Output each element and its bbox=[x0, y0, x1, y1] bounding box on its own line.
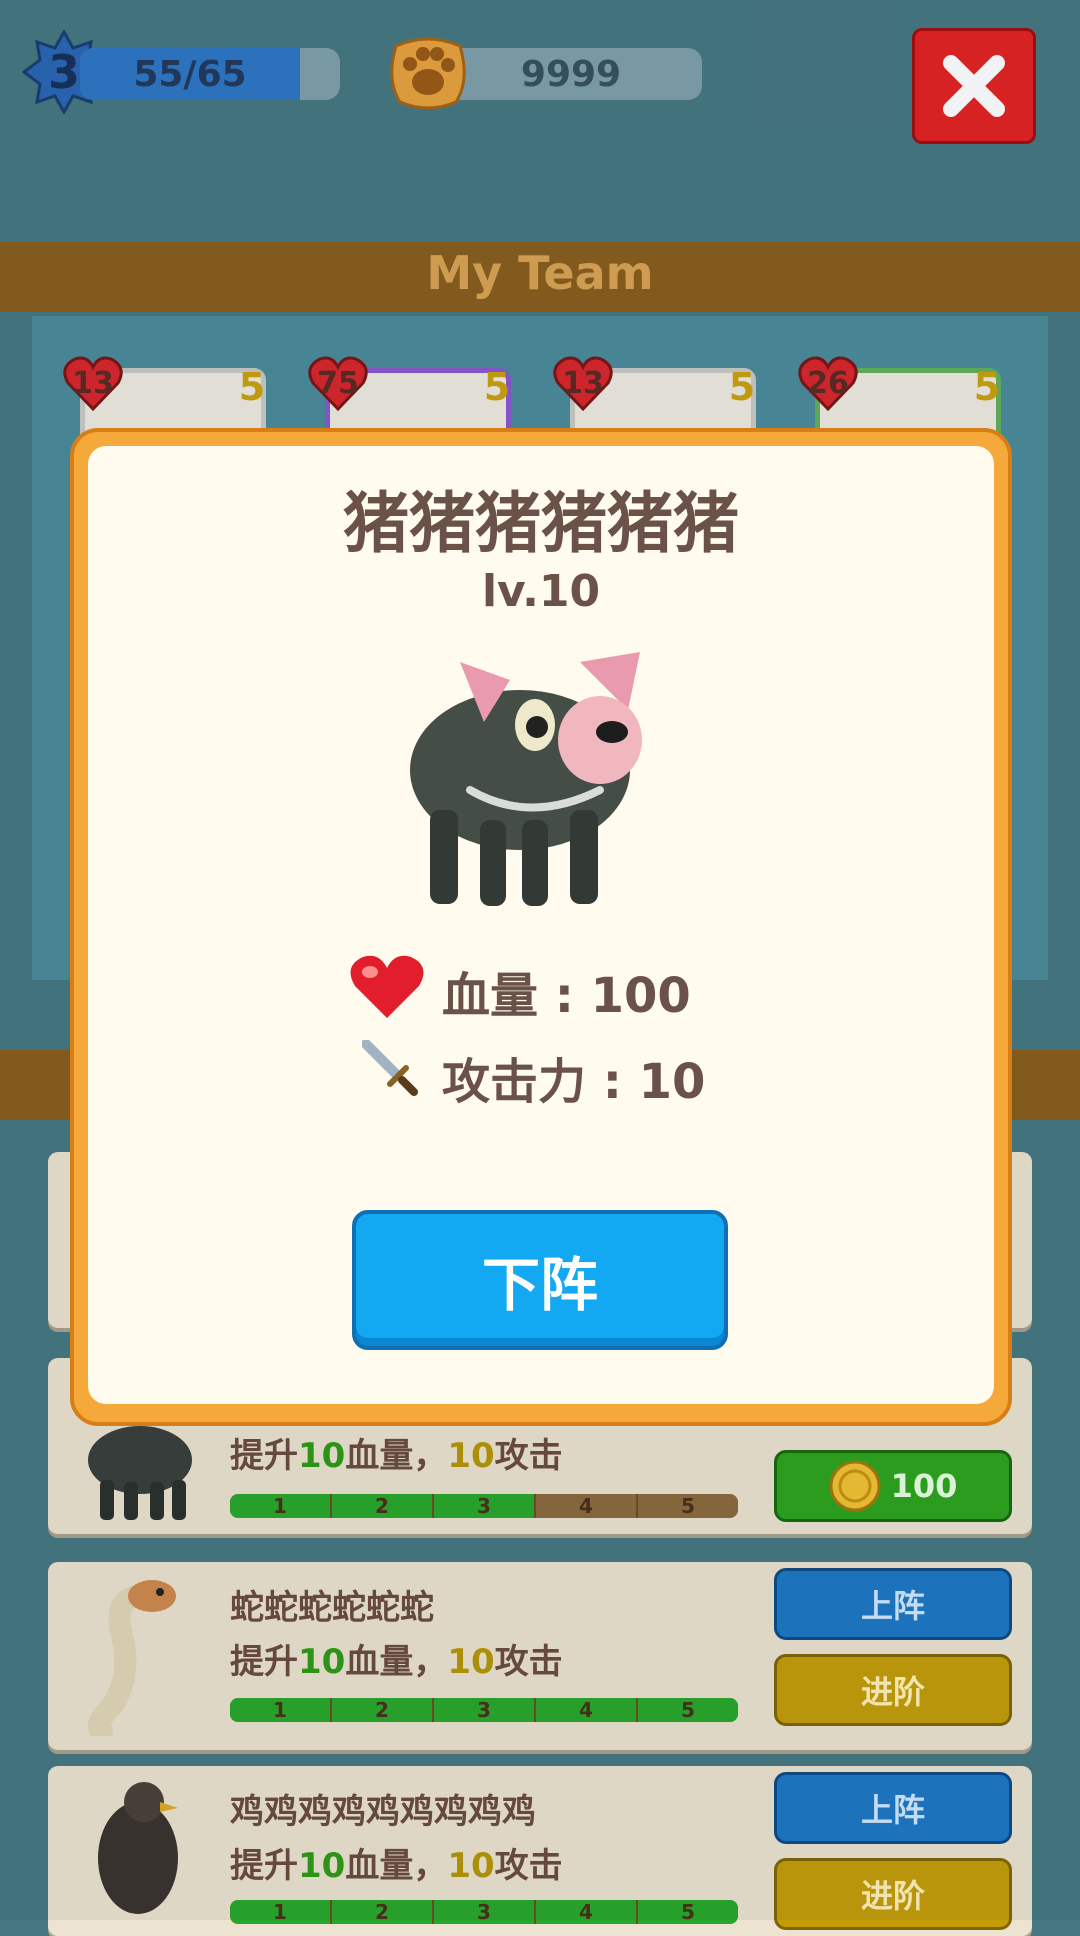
remove-from-team-button[interactable]: 下阵 bbox=[352, 1210, 728, 1350]
pig-pet-image bbox=[410, 652, 642, 906]
sword-icon bbox=[362, 1040, 418, 1096]
pet-level: lv.10 bbox=[481, 566, 601, 617]
pet-atk-label: 攻击力 : 10 bbox=[442, 1054, 706, 1110]
pet-name: 猪猪猪猪猪猪 bbox=[343, 485, 739, 562]
heart-icon bbox=[350, 955, 424, 1018]
pet-hp-label: 血量 : 100 bbox=[442, 968, 691, 1024]
